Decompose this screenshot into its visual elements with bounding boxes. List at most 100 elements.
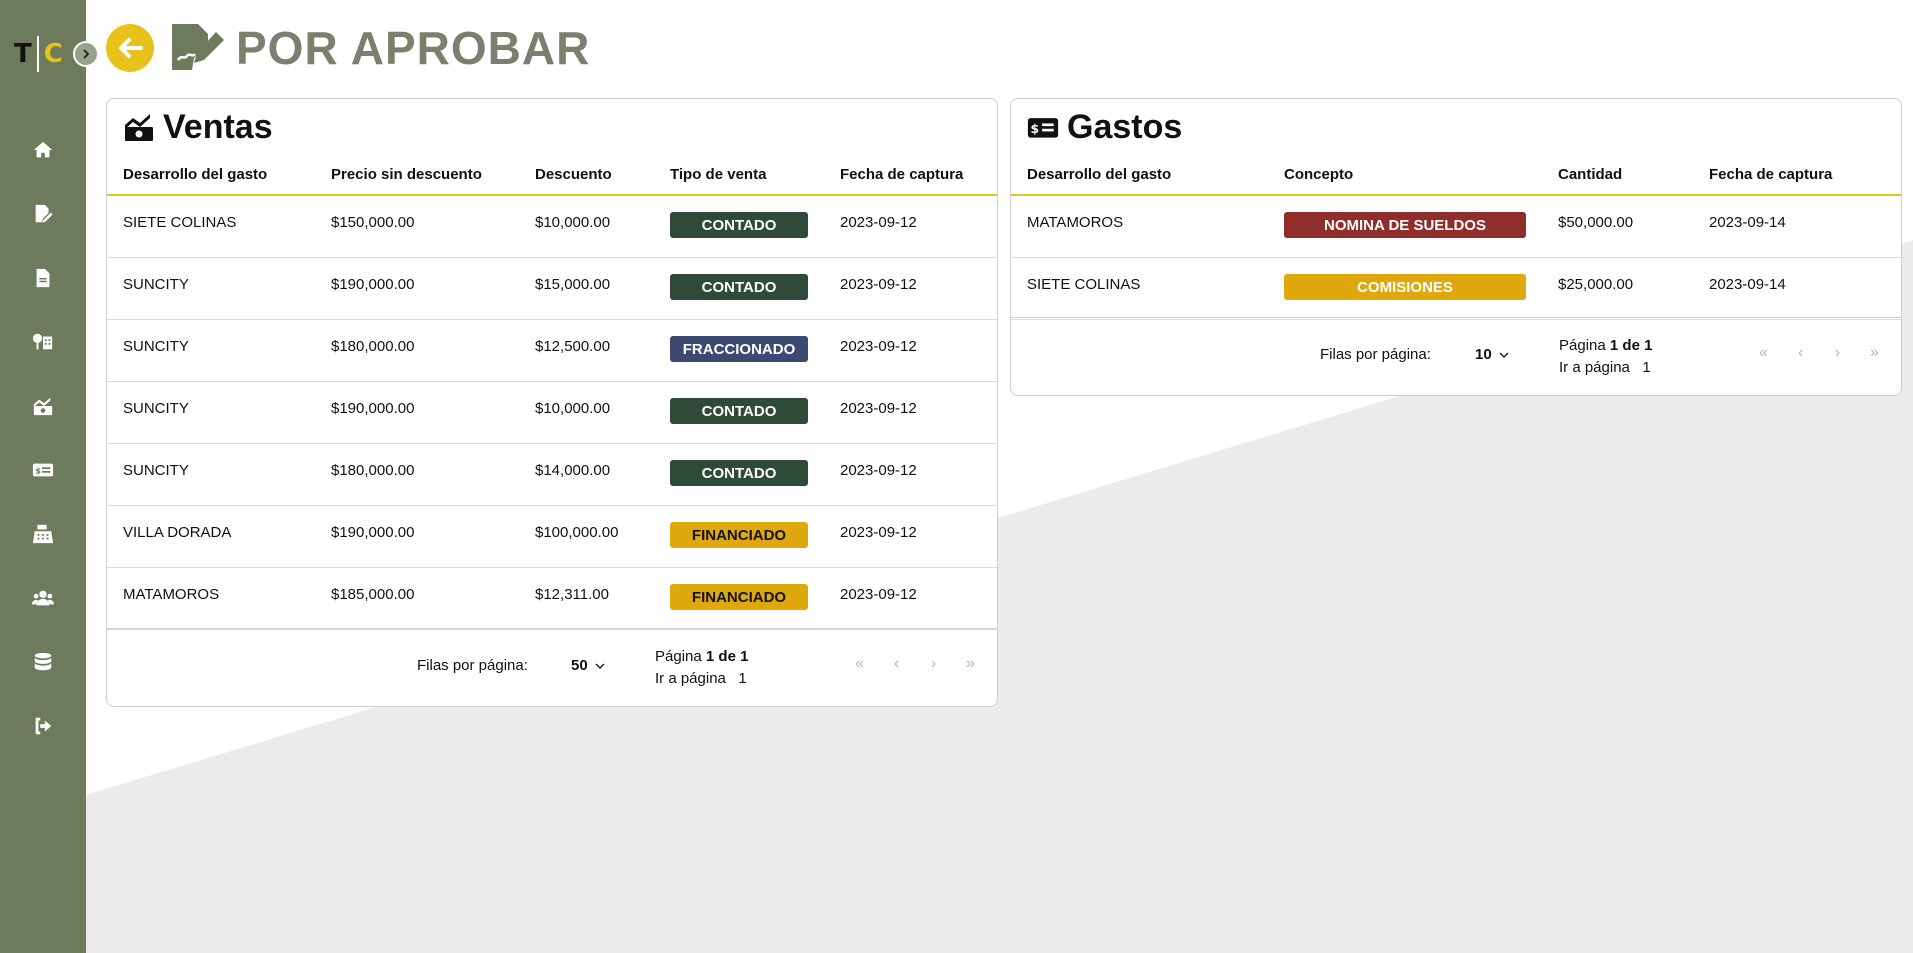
table-header-row: Desarrollo del gasto Precio sin descuent…: [107, 155, 997, 196]
cell-fecha: 2023-09-12: [824, 567, 997, 630]
sidebar-item-gastos[interactable]: $: [0, 438, 86, 502]
table-row[interactable]: SUNCITY $180,000.00 $12,500.00 FRACCIONA…: [107, 319, 997, 382]
cell-descuento: $12,311.00: [519, 567, 654, 630]
column-header[interactable]: Desarrollo del gasto: [1011, 155, 1268, 196]
sidebar-item-usuarios[interactable]: [0, 566, 86, 630]
goto-page-input[interactable]: 1: [1642, 359, 1650, 376]
goto-page-label: Ir a página: [655, 670, 726, 687]
page-value: 1 de 1: [1609, 337, 1653, 354]
cell-desarrollo: SIETE COLINAS: [1011, 257, 1268, 320]
chevron-right-icon: [83, 49, 90, 59]
status-badge: NOMINA DE SUELDOS: [1284, 212, 1526, 238]
column-header[interactable]: Cantidad: [1542, 155, 1693, 196]
chevron-down-icon: [1499, 351, 1509, 358]
sidebar-item-home[interactable]: [0, 118, 86, 182]
column-header[interactable]: Fecha de captura: [824, 155, 997, 196]
table-row[interactable]: SIETE COLINAS $150,000.00 $10,000.00 CON…: [107, 195, 997, 258]
first-page-button[interactable]: «: [841, 655, 878, 673]
edit-document-icon: [35, 204, 53, 223]
money-card-icon: $: [32, 463, 54, 477]
page-label: Página: [655, 648, 702, 665]
status-badge: FINANCIADO: [670, 583, 808, 610]
cell-descuento: $10,000.00: [519, 195, 654, 258]
first-page-button[interactable]: «: [1745, 344, 1782, 362]
trees-building-icon: [32, 333, 53, 350]
next-page-button[interactable]: ›: [1819, 344, 1856, 362]
rows-per-page-label: Filas por página:: [1320, 346, 1431, 363]
table-row[interactable]: SIETE COLINAS COMISIONES $25,000.00 2023…: [1011, 257, 1901, 320]
sidebar-item-documentos[interactable]: [0, 246, 86, 310]
column-header[interactable]: Descuento: [519, 155, 654, 196]
goto-page-input[interactable]: 1: [738, 670, 746, 687]
sidebar: T C $: [0, 0, 86, 953]
last-page-button[interactable]: »: [952, 655, 989, 673]
page-title: POR APROBAR: [236, 22, 591, 74]
money-chart-icon: [125, 114, 153, 141]
ventas-table: Desarrollo del gasto Precio sin descuent…: [107, 155, 997, 630]
back-button[interactable]: [106, 24, 154, 72]
ventas-title: Ventas: [163, 107, 273, 146]
sidebar-toggle-button[interactable]: [73, 41, 99, 67]
cell-fecha: 2023-09-12: [824, 257, 997, 320]
table-row[interactable]: MATAMOROS $185,000.00 $12,311.00 FINANCI…: [107, 567, 997, 630]
home-icon: [33, 141, 53, 158]
cell-fecha: 2023-09-12: [824, 443, 997, 506]
page-label: Página: [1559, 337, 1606, 354]
table-row[interactable]: SUNCITY $190,000.00 $10,000.00 CONTADO 2…: [107, 381, 997, 444]
sidebar-item-logout[interactable]: [0, 694, 86, 758]
sidebar-item-ventas[interactable]: [0, 374, 86, 438]
cell-fecha: 2023-09-14: [1693, 195, 1901, 258]
cell-tipo: CONTADO: [654, 195, 824, 258]
status-badge: COMISIONES: [1284, 273, 1526, 300]
sidebar-item-caja[interactable]: [0, 502, 86, 566]
arrow-left-icon: [119, 38, 143, 58]
last-page-button[interactable]: »: [1856, 344, 1893, 362]
svg-text:$: $: [1031, 121, 1040, 136]
gastos-table: Desarrollo del gasto Concepto Cantidad F…: [1011, 155, 1901, 320]
table-row[interactable]: MATAMOROS NOMINA DE SUELDOS $50,000.00 2…: [1011, 195, 1901, 258]
table-row[interactable]: VILLA DORADA $190,000.00 $100,000.00 FIN…: [107, 505, 997, 568]
column-header[interactable]: Tipo de venta: [654, 155, 824, 196]
page-header: POR APROBAR: [106, 18, 590, 78]
rows-per-page-select[interactable]: 10: [1475, 346, 1510, 363]
column-header[interactable]: Fecha de captura: [1693, 155, 1901, 196]
cell-desarrollo: MATAMOROS: [1011, 195, 1268, 258]
sidebar-item-base-de-datos[interactable]: [0, 630, 86, 694]
column-header[interactable]: Concepto: [1268, 155, 1542, 196]
chevron-down-icon: [595, 662, 605, 669]
cell-fecha: 2023-09-12: [824, 381, 997, 444]
rows-per-page-select[interactable]: 50: [571, 657, 606, 674]
column-header[interactable]: Desarrollo del gasto: [107, 155, 315, 196]
cell-descuento: $100,000.00: [519, 505, 654, 568]
cell-fecha: 2023-09-12: [824, 505, 997, 568]
cell-desarrollo: SUNCITY: [107, 443, 315, 506]
rows-per-page-value: 50: [571, 657, 588, 674]
cash-register-icon: [32, 524, 54, 544]
rows-per-page-label: Filas por página:: [417, 657, 528, 674]
table-row[interactable]: SUNCITY $180,000.00 $14,000.00 CONTADO 2…: [107, 443, 997, 506]
users-icon: [32, 590, 54, 606]
cell-concepto: COMISIONES: [1268, 257, 1542, 320]
ventas-card: Ventas Desarrollo del gasto Precio sin d…: [106, 98, 998, 707]
next-page-button[interactable]: ›: [915, 655, 952, 673]
cell-precio: $190,000.00: [315, 381, 519, 444]
cell-concepto: NOMINA DE SUELDOS: [1268, 195, 1542, 258]
gastos-title: Gastos: [1067, 107, 1183, 146]
cell-precio: $180,000.00: [315, 443, 519, 506]
sidebar-item-desarrollos[interactable]: [0, 310, 86, 374]
page-info: Página 1 de 1 Ir a página 1: [1559, 335, 1652, 379]
sidebar-item-por-aprobar[interactable]: [0, 182, 86, 246]
logo-letter-c: C: [43, 39, 63, 69]
column-header[interactable]: Precio sin descuento: [315, 155, 519, 196]
cell-cantidad: $25,000.00: [1542, 257, 1693, 320]
cell-desarrollo: SUNCITY: [107, 381, 315, 444]
prev-page-button[interactable]: ‹: [1782, 344, 1819, 362]
status-badge: CONTADO: [670, 212, 808, 238]
cell-precio: $150,000.00: [315, 195, 519, 258]
status-badge: CONTADO: [670, 459, 808, 486]
page-info: Página 1 de 1 Ir a página 1: [655, 646, 748, 690]
pager-buttons: « ‹ › »: [1745, 344, 1893, 362]
cell-precio: $185,000.00: [315, 567, 519, 630]
prev-page-button[interactable]: ‹: [878, 655, 915, 673]
table-row[interactable]: SUNCITY $190,000.00 $15,000.00 CONTADO 2…: [107, 257, 997, 320]
